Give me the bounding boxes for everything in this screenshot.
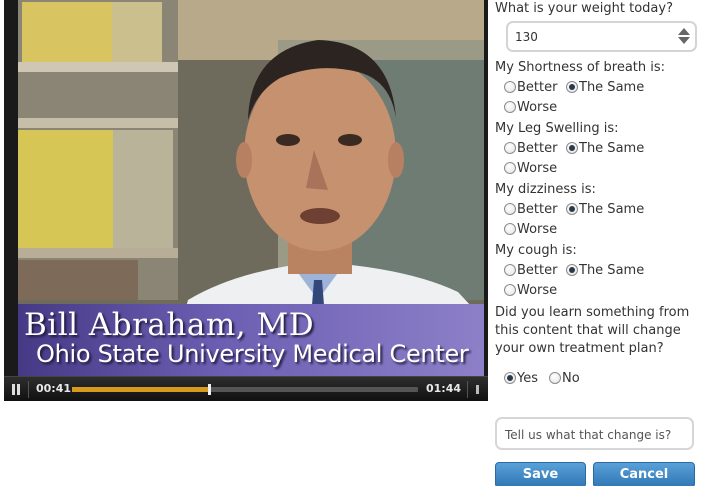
decrement-arrow-icon[interactable]	[678, 37, 690, 44]
breath-option-better[interactable]: Better	[504, 79, 557, 95]
radio-button[interactable]	[504, 264, 516, 276]
breath-option-same[interactable]: The Same	[566, 79, 644, 95]
learn-question: Did you learn something from this conten…	[495, 305, 690, 356]
radio-button-selected[interactable]	[566, 81, 578, 93]
option-label: Better	[517, 79, 558, 95]
cancel-button[interactable]: Cancel	[593, 462, 695, 486]
option-label: No	[562, 370, 580, 386]
change-input-placeholder: Tell us what that change is?	[505, 428, 672, 442]
radio-button[interactable]	[549, 372, 561, 384]
option-label: The Same	[579, 79, 645, 95]
swelling-option-same[interactable]: The Same	[566, 140, 644, 156]
pause-icon[interactable]	[11, 384, 21, 395]
radio-button[interactable]	[504, 223, 516, 235]
radio-button-selected[interactable]	[504, 372, 516, 384]
breath-option-worse[interactable]: Worse	[504, 99, 557, 115]
option-label: Worse	[517, 282, 558, 298]
control-divider	[467, 381, 468, 398]
option-label: Worse	[517, 160, 558, 176]
radio-button-selected[interactable]	[566, 203, 578, 215]
dizziness-option-worse[interactable]: Worse	[504, 221, 557, 237]
radio-button[interactable]	[504, 142, 516, 154]
option-label: The Same	[579, 140, 645, 156]
option-label: The Same	[579, 262, 645, 278]
option-label: Worse	[517, 221, 558, 237]
radio-button[interactable]	[504, 284, 516, 296]
duration-time: 01:44	[426, 382, 462, 395]
cough-option-better[interactable]: Better	[504, 262, 557, 278]
player-controls: 00:41 01:44	[4, 376, 488, 401]
control-divider	[28, 381, 29, 398]
cough-question: My cough is:	[495, 243, 577, 258]
dizziness-option-same[interactable]: The Same	[566, 201, 644, 217]
video-frame[interactable]: Bill Abraham, MD Ohio State University M…	[18, 0, 484, 376]
option-label: Better	[517, 262, 558, 278]
swelling-option-worse[interactable]: Worse	[504, 160, 557, 176]
save-button[interactable]: Save	[495, 462, 586, 486]
learn-option-no[interactable]: No	[549, 370, 580, 386]
option-label: Worse	[517, 99, 558, 115]
current-time: 00:41	[36, 382, 72, 395]
dizziness-option-better[interactable]: Better	[504, 201, 557, 217]
change-text-input[interactable]: Tell us what that change is?	[495, 417, 694, 450]
radio-button-selected[interactable]	[566, 264, 578, 276]
radio-button-selected[interactable]	[566, 142, 578, 154]
radio-button[interactable]	[504, 162, 516, 174]
radio-button[interactable]	[504, 203, 516, 215]
seek-bar[interactable]	[72, 384, 418, 395]
shortness-of-breath-question: My Shortness of breath is:	[495, 60, 666, 75]
spinner-arrows-icon[interactable]	[677, 27, 691, 46]
weight-stepper[interactable]: 130	[506, 21, 697, 52]
option-label: Better	[517, 140, 558, 156]
learn-option-yes[interactable]: Yes	[504, 370, 538, 386]
option-label: Yes	[517, 370, 538, 386]
lower-third-banner: Bill Abraham, MD Ohio State University M…	[18, 304, 484, 376]
increment-arrow-icon[interactable]	[678, 28, 690, 35]
weight-question: What is your weight today?	[495, 1, 673, 16]
speaker-organization: Ohio State University Medical Center	[36, 340, 469, 368]
radio-button[interactable]	[504, 101, 516, 113]
dizziness-question: My dizziness is:	[495, 182, 596, 197]
option-label: Better	[517, 201, 558, 217]
volume-icon[interactable]	[476, 385, 482, 394]
video-player[interactable]: Bill Abraham, MD Ohio State University M…	[4, 0, 488, 401]
cough-option-worse[interactable]: Worse	[504, 282, 557, 298]
option-label: The Same	[579, 201, 645, 217]
radio-button[interactable]	[504, 81, 516, 93]
speaker-name: Bill Abraham, MD	[24, 307, 315, 343]
seek-progress	[72, 387, 209, 392]
leg-swelling-question: My Leg Swelling is:	[495, 121, 619, 136]
weight-value: 130	[515, 30, 538, 44]
cough-option-same[interactable]: The Same	[566, 262, 644, 278]
swelling-option-better[interactable]: Better	[504, 140, 557, 156]
seek-handle[interactable]	[207, 384, 211, 395]
